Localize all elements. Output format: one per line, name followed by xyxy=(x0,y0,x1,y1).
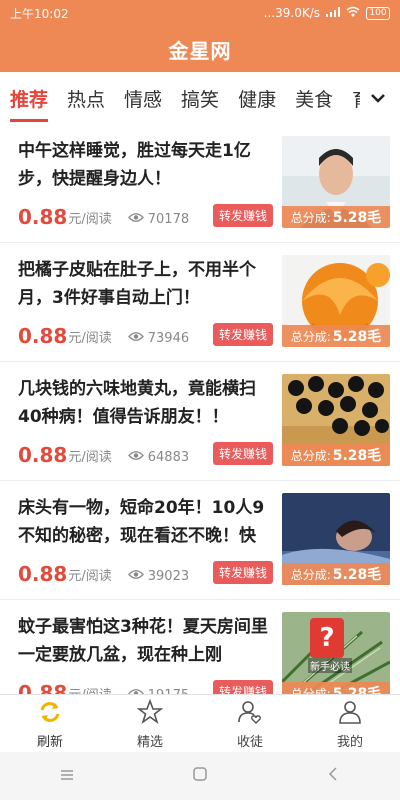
reward-price: 0.88 xyxy=(18,205,68,229)
commission-label: 总分成: xyxy=(290,210,331,225)
nav-label: 收徒 xyxy=(236,734,263,750)
view-count: 70178 xyxy=(147,212,190,227)
article-title[interactable]: 几块钱的六味地黄丸，竟能横扫40种病！值得告诉朋友！！ xyxy=(18,375,273,431)
article-card[interactable]: 蚊子最害怕这3种花！夏天房间里一定要放几盆，现在种上刚 0.88 元/阅读 19… xyxy=(0,600,400,694)
back-icon[interactable] xyxy=(325,766,341,786)
system-nav-bar xyxy=(0,752,400,800)
user-icon xyxy=(337,699,363,729)
app-title: 金星网 xyxy=(168,38,232,63)
commission-label: 总分成: xyxy=(290,686,331,695)
article-title[interactable]: 把橘子皮贴在肚子上，不用半个月，3件好事自动上门！ xyxy=(18,256,273,312)
star-icon xyxy=(136,698,164,729)
nav-label: 我的 xyxy=(336,734,363,750)
article-thumbnail[interactable]: 总分成: 5.28毛 xyxy=(282,255,390,347)
commission-value: 5.28毛 xyxy=(332,686,382,694)
article-card[interactable]: 几块钱的六味地黄丸，竟能横扫40种病！值得告诉朋友！！ 0.88 元/阅读 64… xyxy=(0,362,400,481)
tab-health[interactable]: 健康 xyxy=(238,85,276,122)
status-bar: 上午10:02 ...39.0K/s 100 xyxy=(0,0,400,26)
top-bar: 上午10:02 ...39.0K/s 100 金星网 xyxy=(0,0,400,72)
reward-price: 0.88 xyxy=(18,324,68,348)
newbie-guide-badge[interactable]: 新手必读 xyxy=(308,658,352,673)
menu-icon[interactable] xyxy=(59,767,75,786)
nav-recruit[interactable]: 收徒 xyxy=(200,695,300,753)
category-tabs: 推荐 热点 情感 搞笑 健康 美食 育 xyxy=(0,72,400,125)
signal-icon xyxy=(326,6,340,20)
battery-icon: 100 xyxy=(366,6,390,20)
network-speed: ...39.0K/s xyxy=(263,6,320,20)
home-icon[interactable] xyxy=(192,766,208,786)
tab-funny[interactable]: 搞笑 xyxy=(181,85,219,122)
reward-unit: 元/阅读 xyxy=(68,212,112,227)
article-title[interactable]: 床头有一物，短命20年！10人9不知的秘密，现在看还不晚！快 xyxy=(18,494,273,550)
tab-emotion[interactable]: 情感 xyxy=(124,85,162,122)
article-title[interactable]: 蚊子最害怕这3种花！夏天房间里一定要放几盆，现在种上刚 xyxy=(18,613,273,669)
share-earn-button[interactable]: 转发赚钱 xyxy=(212,442,273,465)
chevron-down-icon[interactable] xyxy=(366,86,390,110)
commission-label: 总分成: xyxy=(290,448,331,463)
share-earn-button[interactable]: 转发赚钱 xyxy=(212,323,273,346)
eye-icon xyxy=(127,450,144,465)
commission-value: 5.28毛 xyxy=(332,567,382,583)
share-earn-button[interactable]: 转发赚钱 xyxy=(212,680,273,694)
nav-label: 精选 xyxy=(136,734,163,750)
nav-refresh[interactable]: 刷新 xyxy=(0,695,100,753)
refresh-icon xyxy=(37,699,63,729)
view-count: 73946 xyxy=(147,331,190,346)
article-title[interactable]: 中午这样睡觉，胜过每天走1亿步，快提醒身边人！ xyxy=(18,137,273,193)
reward-price: 0.88 xyxy=(18,562,68,586)
wifi-icon xyxy=(346,6,360,20)
eye-icon xyxy=(127,212,144,227)
commission-label: 总分成: xyxy=(290,329,331,344)
tab-food[interactable]: 美食 xyxy=(295,85,333,122)
reward-price: 0.88 xyxy=(18,443,68,467)
tab-parenting[interactable]: 育 xyxy=(352,85,360,122)
article-thumbnail[interactable]: 总分成: 5.28毛 xyxy=(282,136,390,228)
article-thumbnail[interactable]: 总分成: 5.28毛 xyxy=(282,493,390,585)
status-time: 上午10:02 xyxy=(10,6,69,21)
reward-unit: 元/阅读 xyxy=(68,450,112,465)
bottom-nav: 刷新 精选 收徒 我的 xyxy=(0,694,400,753)
article-card[interactable]: 中午这样睡觉，胜过每天走1亿步，快提醒身边人！ 0.88 元/阅读 70178 … xyxy=(0,124,400,243)
commission-label: 总分成: xyxy=(290,567,331,582)
reward-unit: 元/阅读 xyxy=(68,684,111,694)
nav-profile[interactable]: 我的 xyxy=(300,695,400,753)
article-card[interactable]: 把橘子皮贴在肚子上，不用半个月，3件好事自动上门！ 0.88 元/阅读 7394… xyxy=(0,243,400,362)
article-thumbnail[interactable]: ? 新手必读 总分成: 5.28毛 xyxy=(282,612,390,694)
tab-hot[interactable]: 热点 xyxy=(67,85,105,122)
nav-featured[interactable]: 精选 xyxy=(100,695,200,753)
article-feed: 中午这样睡觉，胜过每天走1亿步，快提醒身边人！ 0.88 元/阅读 70178 … xyxy=(0,124,400,694)
eye-icon xyxy=(127,569,144,584)
commission-value: 5.28毛 xyxy=(332,329,382,345)
share-earn-button[interactable]: 转发赚钱 xyxy=(212,561,273,584)
commission-value: 5.28毛 xyxy=(332,448,382,464)
reward-price: 0.88 xyxy=(18,681,68,694)
view-count: 64883 xyxy=(147,450,190,465)
article-card[interactable]: 床头有一物，短命20年！10人9不知的秘密，现在看还不晚！快 0.88 元/阅读… xyxy=(0,481,400,600)
view-count: 39023 xyxy=(147,569,190,584)
tab-recommend[interactable]: 推荐 xyxy=(10,85,49,122)
user-heart-icon xyxy=(237,699,263,729)
nav-label: 刷新 xyxy=(36,734,63,750)
reward-unit: 元/阅读 xyxy=(68,569,112,584)
share-earn-button[interactable]: 转发赚钱 xyxy=(212,204,273,227)
eye-icon xyxy=(127,331,144,346)
reward-unit: 元/阅读 xyxy=(68,331,112,346)
question-icon: ? xyxy=(310,618,344,658)
article-thumbnail[interactable]: 总分成: 5.28毛 xyxy=(282,374,390,466)
commission-value: 5.28毛 xyxy=(332,210,382,226)
